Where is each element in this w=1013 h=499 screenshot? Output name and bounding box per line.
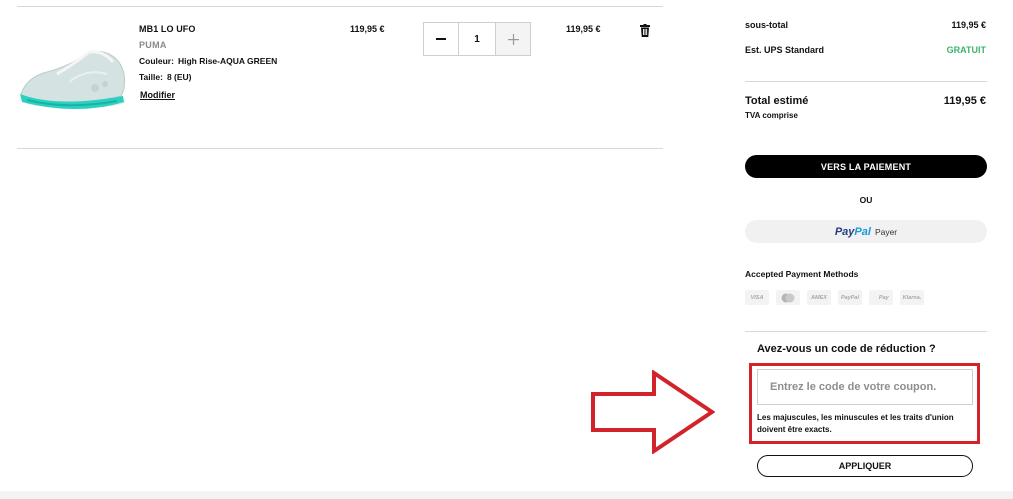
size-label: Taille: [139,72,163,82]
paypal-icon: PayPal [838,290,862,305]
cart-bottom-divider [17,148,663,149]
or-separator: OU [859,195,873,205]
color-label: Couleur: [139,56,174,66]
plus-icon [507,33,519,45]
trash-icon[interactable] [640,24,650,37]
quantity-decrease-button[interactable] [424,23,459,55]
cart-top-divider [17,6,663,7]
product-name[interactable]: MB1 LO UFO [139,24,196,34]
mastercard-icon [776,290,800,305]
line-total: 119,95 € [566,24,601,34]
subtotal-value: 119,95 € [951,20,986,30]
paypal-logo-pal: Pal [854,225,871,238]
shipping-label: Est. UPS Standard [745,45,825,55]
shipping-value: GRATUIT [946,45,986,55]
coupon-code-input[interactable] [757,369,973,405]
amex-icon: AMEX [807,290,831,305]
subtotal-label: sous-total [745,20,789,30]
total-value: 119,95 € [943,95,986,107]
quantity-stepper: 1 [423,22,531,56]
payment-methods-title: Accepted Payment Methods [745,269,859,279]
klarna-icon: Klarna. [900,290,924,305]
vat-note: TVA comprise [745,111,798,120]
total-label: Total estimé [745,95,809,107]
quantity-increase-button[interactable] [495,23,530,55]
apple-pay-icon:  Pay [869,290,893,305]
checkout-button[interactable]: VERS LA PAIEMENT [745,155,987,178]
modify-link[interactable]: Modifier [140,90,175,100]
paypal-button[interactable]: Pay Pal Payer [745,220,987,243]
discount-divider [745,331,987,332]
arrow-right-icon [591,370,715,454]
paypal-logo-pay: Pay [834,225,855,238]
paypal-pay-label: Payer [874,226,898,237]
size-value: 8 (EU) [166,72,192,82]
coupon-hint: Les majuscules, les minuscules et les tr… [757,413,954,434]
apply-coupon-button[interactable]: APPLIQUER [757,455,973,477]
discount-title: Avez-vous un code de réduction ? [757,343,936,355]
page-footer-strip [0,491,1013,499]
visa-icon: VISA [745,290,769,305]
color-value: High Rise-AQUA GREEN [177,56,278,66]
product-color: Couleur: High Rise-AQUA GREEN [139,56,277,66]
payment-methods-row: VISA AMEX PayPal  Pay Klarna. [745,290,924,305]
product-brand: PUMA [139,40,167,50]
product-size: Taille: 8 (EU) [139,72,192,82]
quantity-value[interactable]: 1 [459,23,495,55]
minus-icon [436,38,446,40]
product-image[interactable] [17,22,129,112]
summary-divider [745,81,987,82]
unit-price: 119,95 € [350,24,385,34]
